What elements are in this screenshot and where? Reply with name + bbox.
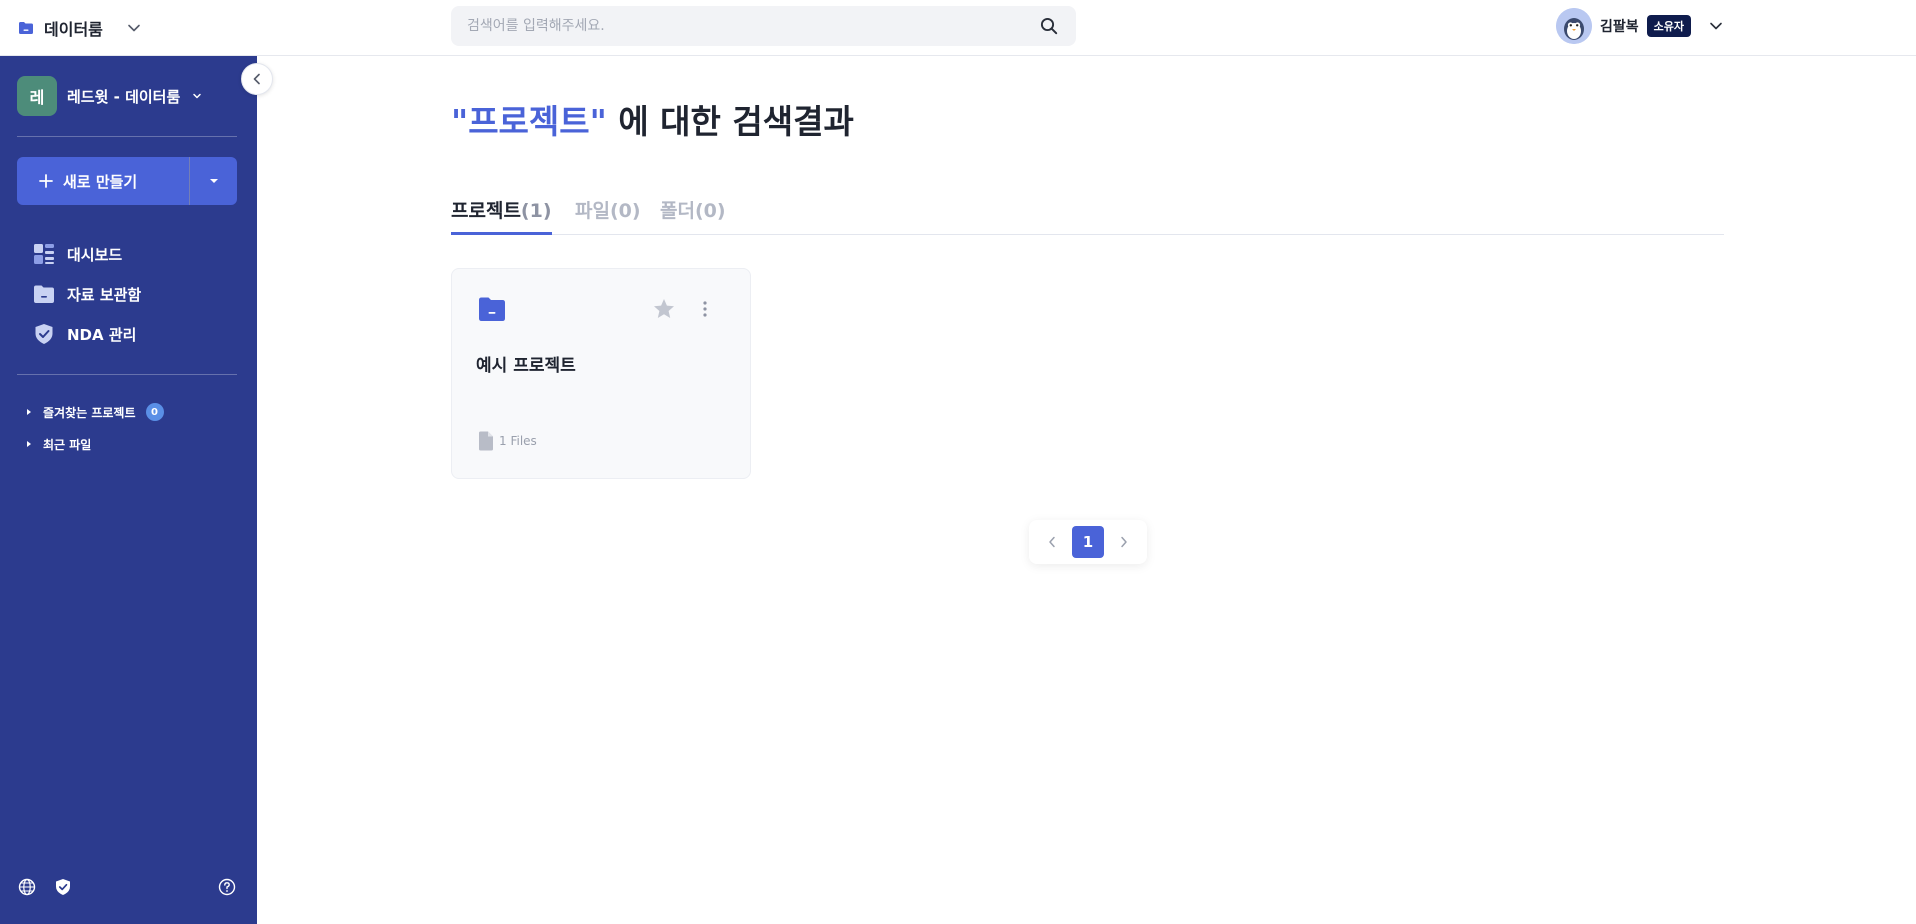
shield-check-icon <box>33 323 55 345</box>
tab-label: 폴더 <box>660 200 695 222</box>
file-icon <box>479 431 493 451</box>
app-switcher[interactable]: 데이터룸 <box>18 14 141 42</box>
tab-folders[interactable]: 폴더(0) <box>660 191 726 235</box>
page-number-current[interactable]: 1 <box>1072 526 1104 558</box>
new-create-dropdown-button[interactable] <box>190 157 237 205</box>
search-icon[interactable] <box>1038 15 1060 37</box>
tab-count: (0) <box>694 200 726 222</box>
tab-count: (0) <box>609 200 641 222</box>
sidebar-tree: 즐겨찾는 프로젝트 0 최근 파일 <box>25 396 164 460</box>
more-options-icon[interactable] <box>696 297 714 321</box>
tab-label: 파일 <box>575 200 610 222</box>
caret-right-icon <box>27 441 31 447</box>
caret-down-icon <box>209 179 218 183</box>
role-badge: 소유자 <box>1646 15 1692 37</box>
project-folder-icon <box>479 297 505 321</box>
tree-item-label: 최근 파일 <box>43 437 92 452</box>
chevron-right-icon[interactable] <box>1112 530 1136 554</box>
chevron-left-icon <box>253 73 260 85</box>
search-query-text: "프로젝트" <box>451 102 607 141</box>
tab-count: (1) <box>520 200 552 222</box>
dataroom-folder-icon <box>19 22 33 34</box>
chevron-left-icon[interactable] <box>1040 530 1064 554</box>
sidebar-item-nda[interactable]: NDA 관리 <box>33 314 141 354</box>
tree-item-favorites[interactable]: 즐겨찾는 프로젝트 0 <box>25 396 164 428</box>
sidebar-divider <box>17 136 237 137</box>
new-create-button[interactable]: 새로 만들기 <box>17 157 189 205</box>
file-count-text: 1 Files <box>499 434 537 448</box>
new-create-label: 새로 만들기 <box>63 172 138 191</box>
sidebar-collapse-button[interactable] <box>241 63 273 95</box>
pagination: 1 <box>1029 520 1147 564</box>
result-tabs: 프로젝트(1) 파일(0) 폴더(0) <box>451 191 1724 235</box>
favorites-count-badge: 0 <box>145 403 164 421</box>
caret-right-icon <box>27 409 31 415</box>
page-title: "프로젝트" 에 대한 검색결과 <box>451 95 854 143</box>
workspace-avatar: 레 <box>17 76 57 116</box>
user-name: 김팔복 <box>1600 19 1639 35</box>
workspace-switcher[interactable]: 레 레드윗 - 데이터룸 <box>17 76 202 116</box>
search-input[interactable] <box>467 18 1038 34</box>
project-card[interactable]: 예시 프로젝트 1 Files <box>451 268 751 479</box>
tree-item-label: 즐겨찾는 프로젝트 <box>43 405 136 420</box>
user-menu[interactable]: 김팔복 소유자 <box>1556 8 1723 44</box>
sidebar-item-label: NDA 관리 <box>67 325 137 344</box>
sidebar-item-label: 대시보드 <box>67 245 123 264</box>
app-name: 데이터룸 <box>44 20 103 39</box>
search-results-main: "프로젝트" 에 대한 검색결과 프로젝트(1) 파일(0) 폴더(0) 예시 … <box>257 57 1916 924</box>
top-bar: 데이터룸 김팔복 소유자 <box>0 0 1916 56</box>
tab-label: 프로젝트 <box>451 200 521 222</box>
chevron-down-icon <box>128 24 140 32</box>
dashboard-icon <box>33 243 55 265</box>
workspace-name: 레드윗 - 데이터룸 <box>67 87 181 106</box>
sidebar-item-label: 자료 보관함 <box>67 285 142 304</box>
folder-icon <box>33 283 55 305</box>
search-bar <box>451 6 1076 46</box>
avatar <box>1556 8 1592 44</box>
tab-files[interactable]: 파일(0) <box>575 191 641 235</box>
tab-projects[interactable]: 프로젝트(1) <box>451 191 552 235</box>
project-card-title: 예시 프로젝트 <box>476 356 576 376</box>
plus-icon <box>39 174 53 188</box>
globe-icon[interactable] <box>16 876 38 898</box>
project-file-count: 1 Files <box>478 431 537 451</box>
shield-check-icon[interactable] <box>52 876 74 898</box>
tree-item-recent-files[interactable]: 최근 파일 <box>25 428 164 460</box>
sidebar-divider <box>17 374 237 375</box>
sidebar-footer <box>0 876 257 924</box>
sidebar-nav: 대시보드 자료 보관함 NDA 관리 <box>33 234 141 354</box>
help-icon[interactable] <box>216 876 238 898</box>
chevron-down-icon <box>1710 22 1722 30</box>
sidebar-item-dashboard[interactable]: 대시보드 <box>33 234 141 274</box>
results-title-text: 에 대한 검색결과 <box>618 102 854 141</box>
new-button-group: 새로 만들기 <box>17 157 237 205</box>
sidebar: 레 레드윗 - 데이터룸 새로 만들기 대시보드 자료 보관함 NDA 관리 즐… <box>0 56 257 924</box>
star-icon[interactable] <box>652 297 676 321</box>
sidebar-item-archive[interactable]: 자료 보관함 <box>33 274 141 314</box>
chevron-down-icon <box>193 93 202 99</box>
